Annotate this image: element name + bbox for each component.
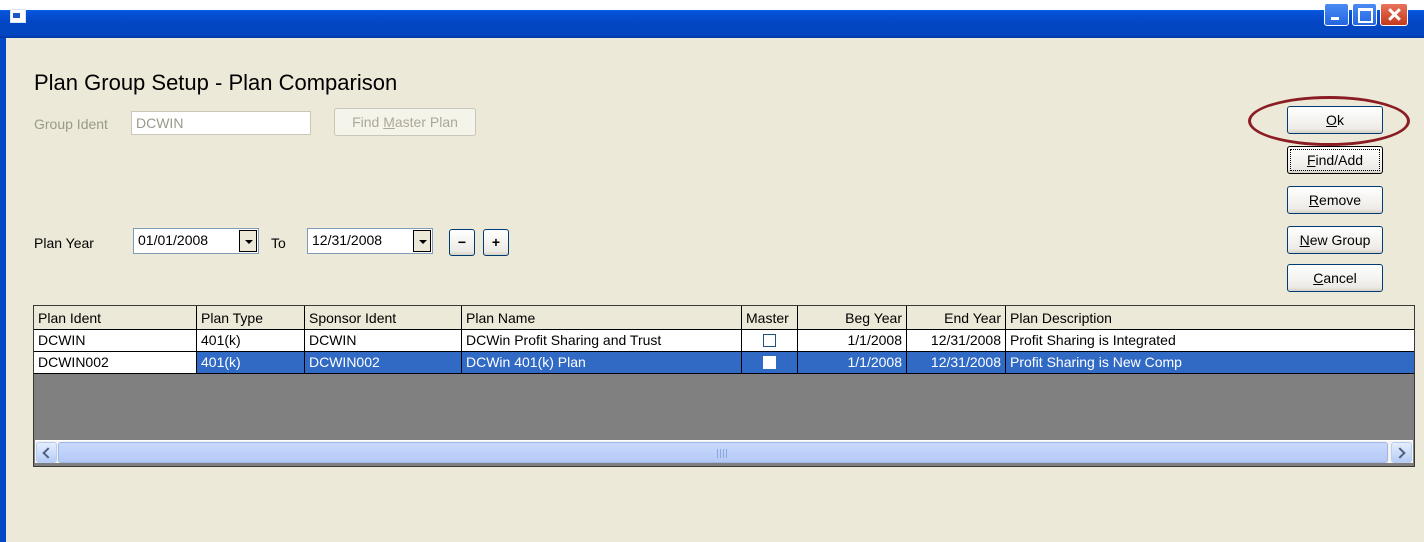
chevron-down-icon[interactable] (239, 230, 257, 252)
cell-master[interactable] (742, 352, 798, 374)
button-label: ew Group (1309, 232, 1371, 248)
button-label-hotkey: M (383, 114, 395, 130)
button-label: ind/Add (1315, 152, 1364, 168)
increment-year-button[interactable]: + (483, 229, 509, 256)
column-header-plan-type[interactable]: Plan Type (197, 306, 305, 330)
to-label: To (271, 235, 286, 251)
new-group-button[interactable]: New Group (1287, 226, 1383, 254)
find-add-button[interactable]: Find/Add (1287, 146, 1383, 174)
group-ident-label: Group Ident (34, 116, 108, 132)
cancel-button[interactable]: Cancel (1287, 264, 1383, 292)
chevron-down-icon[interactable] (413, 230, 431, 252)
cell-beg-year[interactable]: 1/1/2008 (798, 330, 907, 352)
cell-sponsor-ident[interactable]: DCWIN002 (305, 352, 462, 374)
ok-highlight-annotation (1248, 96, 1410, 146)
column-header-sponsor-ident[interactable]: Sponsor Ident (305, 306, 462, 330)
cell-plan-ident[interactable]: DCWIN002 (34, 352, 197, 374)
button-label-hotkey: F (1306, 152, 1316, 168)
plan-year-from-value: 01/01/2008 (138, 232, 209, 248)
window-border (0, 38, 6, 542)
column-header-plan-name[interactable]: Plan Name (462, 306, 742, 330)
plan-grid[interactable]: Plan Ident Plan Type Sponsor Ident Plan … (33, 305, 1415, 467)
button-label: emove (1319, 192, 1362, 208)
cell-plan-name[interactable]: DCWin Profit Sharing and Trust (462, 330, 742, 352)
plan-year-to-value: 12/31/2008 (312, 232, 383, 248)
column-header-plan-description[interactable]: Plan Description (1006, 306, 1414, 330)
column-header-beg-year[interactable]: Beg Year (798, 306, 907, 330)
scrollbar-thumb[interactable] (58, 442, 1388, 463)
cell-end-year[interactable]: 12/31/2008 (907, 330, 1006, 352)
close-button[interactable] (1380, 3, 1408, 26)
cell-master[interactable] (742, 330, 798, 352)
plan-year-label: Plan Year (34, 235, 94, 251)
column-header-plan-ident[interactable]: Plan Ident (34, 306, 197, 330)
master-checkbox[interactable] (763, 356, 776, 369)
button-label-hotkey: C (1313, 270, 1324, 286)
cell-plan-type[interactable]: 401(k) (197, 352, 305, 374)
cell-beg-year[interactable]: 1/1/2008 (798, 352, 907, 374)
cell-plan-type[interactable]: 401(k) (197, 330, 305, 352)
plan-year-from-picker[interactable]: 01/01/2008 (133, 228, 259, 254)
group-ident-input[interactable]: DCWIN (131, 111, 311, 135)
find-master-plan-button[interactable]: Find Master Plan (334, 108, 476, 136)
grip-icon (717, 449, 729, 458)
column-header-end-year[interactable]: End Year (907, 306, 1006, 330)
page-title: Plan Group Setup - Plan Comparison (34, 70, 398, 95)
horizontal-scrollbar[interactable] (35, 440, 1413, 463)
button-label-hotkey: R (1308, 192, 1320, 208)
button-label: ancel (1323, 270, 1357, 286)
cell-plan-name[interactable]: DCWin 401(k) Plan (462, 352, 742, 374)
cell-plan-description[interactable]: Profit Sharing is New Comp (1006, 352, 1414, 374)
cell-sponsor-ident[interactable]: DCWIN (305, 330, 462, 352)
scroll-right-icon[interactable] (1391, 442, 1412, 463)
scroll-left-icon[interactable] (36, 442, 57, 463)
minimize-button[interactable] (1324, 3, 1349, 26)
plan-year-to-picker[interactable]: 12/31/2008 (307, 228, 433, 254)
column-header-master[interactable]: Master (742, 306, 798, 330)
app-icon[interactable] (10, 9, 26, 23)
maximize-button[interactable] (1352, 3, 1377, 26)
cell-end-year[interactable]: 12/31/2008 (907, 352, 1006, 374)
master-checkbox[interactable] (763, 334, 776, 347)
button-label: Find (352, 114, 384, 130)
decrement-year-button[interactable]: − (449, 229, 475, 256)
button-label: aster Plan (394, 114, 458, 130)
remove-button[interactable]: Remove (1287, 186, 1383, 214)
window-titlebar[interactable] (0, 0, 1424, 38)
cell-plan-description[interactable]: Profit Sharing is Integrated (1006, 330, 1414, 352)
button-label-hotkey: N (1299, 232, 1310, 248)
cell-plan-ident[interactable]: DCWIN (34, 330, 197, 352)
